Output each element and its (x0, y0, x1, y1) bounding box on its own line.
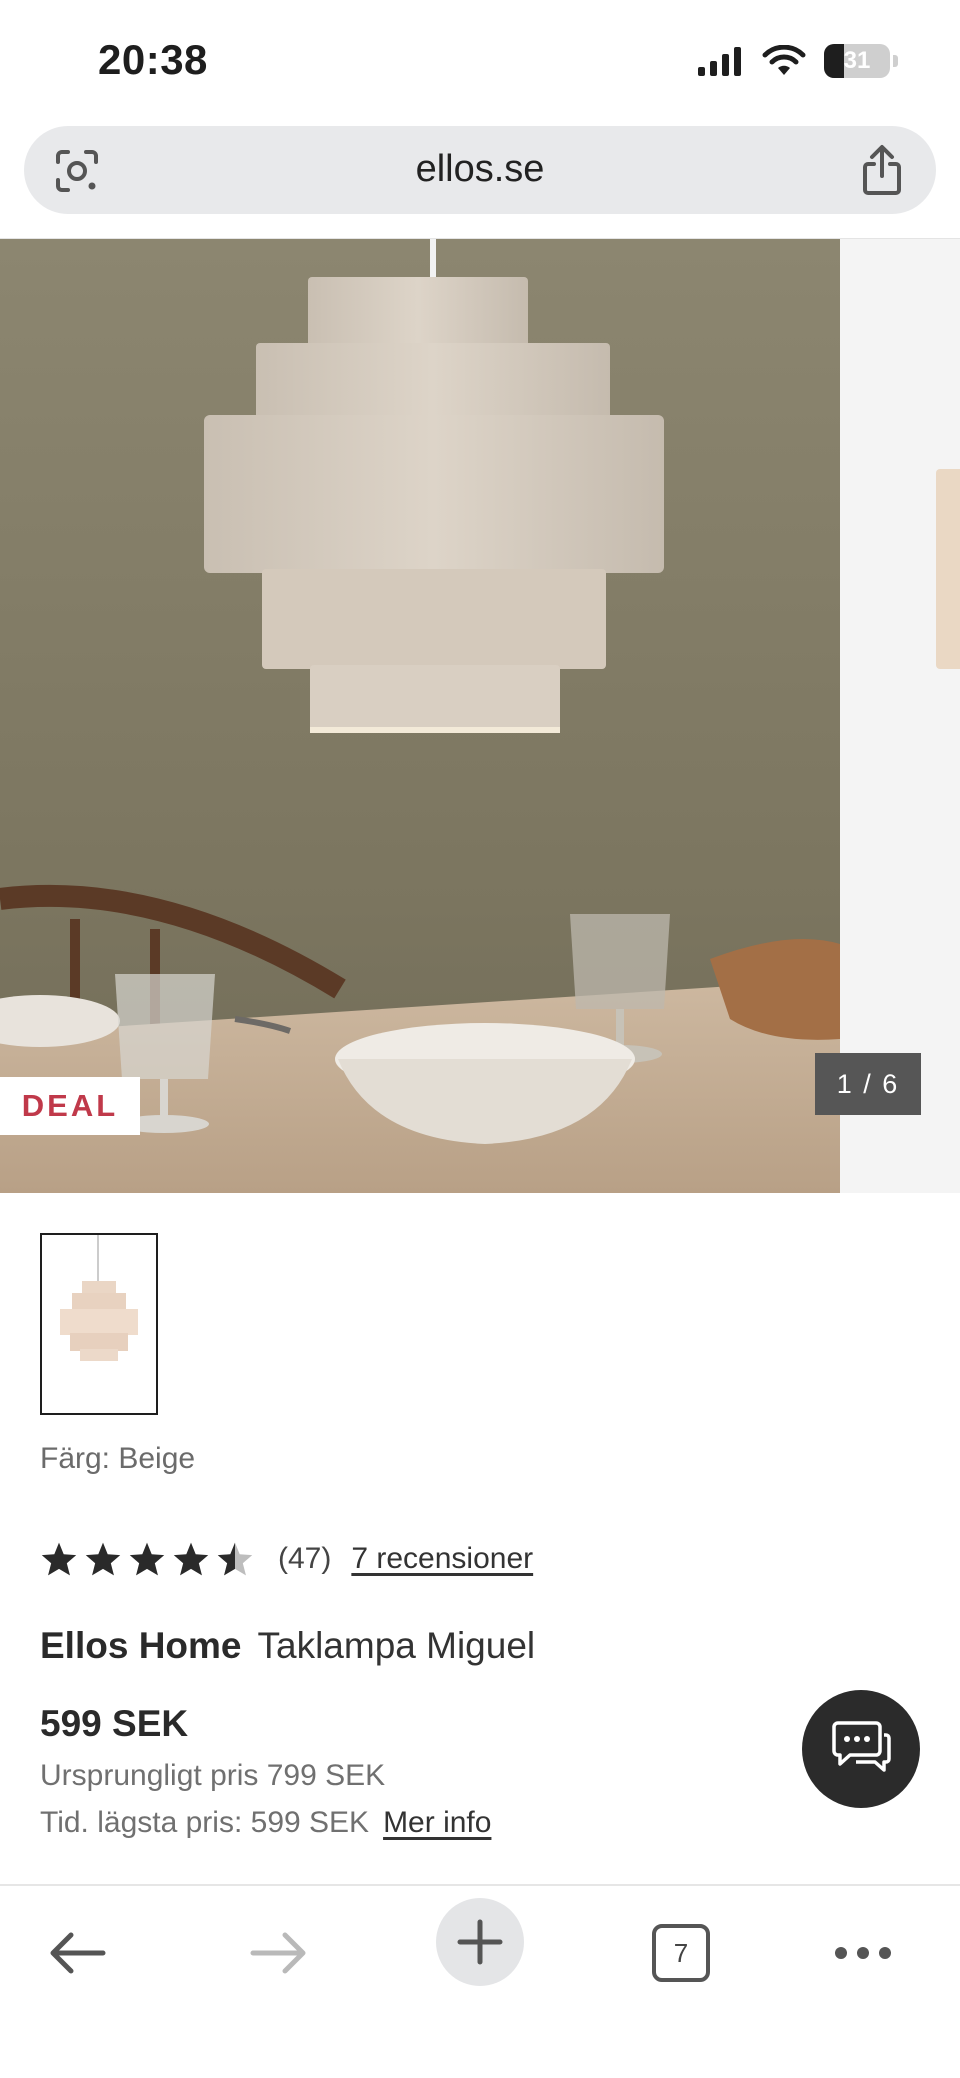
star-half-icon (217, 1542, 253, 1576)
more-button[interactable] (818, 1908, 908, 1998)
reviews-link[interactable]: 7 recensioner (351, 1542, 533, 1576)
chat-button[interactable] (802, 1690, 920, 1808)
share-icon[interactable] (858, 144, 906, 196)
forward-button[interactable] (234, 1908, 324, 1998)
product-price: 599 SEK (40, 1703, 189, 1744)
product-photo[interactable] (0, 239, 840, 1193)
product-brand[interactable]: Ellos Home (40, 1625, 242, 1666)
product-name: Taklampa Miguel (257, 1625, 536, 1666)
wifi-icon (762, 45, 806, 75)
chat-bubbles-icon (832, 1721, 891, 1772)
lamp-photo-illustration (0, 239, 840, 1193)
star-full-icon (129, 1542, 165, 1576)
tab-count: 7 (673, 1937, 689, 1968)
thumbnail-image (60, 1235, 138, 1361)
forward-arrow-icon (250, 1932, 306, 1974)
next-photo-preview[interactable] (840, 239, 960, 1193)
more-info-link[interactable]: Mer info (383, 1806, 491, 1839)
rating-count: (47) (278, 1542, 332, 1575)
deal-badge: DEAL (0, 1077, 140, 1135)
new-tab-button[interactable] (436, 1898, 524, 1986)
color-label: Färg: Beige (40, 1442, 196, 1475)
star-full-icon (41, 1542, 77, 1576)
tabs-icon: 7 (652, 1924, 710, 1982)
color-variant-thumbnail[interactable] (40, 1233, 158, 1415)
browser-toolbar: 7 (0, 1884, 960, 2078)
star-full-icon (85, 1542, 121, 1576)
product-title: Ellos Home Taklampa Miguel (40, 1625, 535, 1667)
image-counter: 1 / 6 (815, 1053, 921, 1115)
status-time: 20:38 (98, 36, 208, 83)
lowest-price: Tid. lägsta pris: 599 SEK Mer info (40, 1806, 491, 1840)
next-photo-illustration (936, 469, 960, 669)
status-bar: 20:38 31 (0, 0, 960, 120)
battery-indicator: 31 (824, 44, 890, 78)
cellular-signal-icon (698, 47, 741, 76)
status-icons: 31 (696, 44, 898, 78)
lowest-price-text: Tid. lägsta pris: 599 SEK (40, 1806, 370, 1839)
url-text[interactable]: ellos.se (24, 148, 936, 191)
battery-level: 31 (843, 47, 871, 74)
original-price: Ursprungligt pris 799 SEK (40, 1759, 386, 1792)
more-icon (835, 1947, 891, 1959)
tabs-button[interactable]: 7 (636, 1908, 726, 1998)
back-arrow-icon (50, 1932, 106, 1974)
rating-row: (47) 7 recensioner (40, 1541, 533, 1577)
battery-fill (824, 44, 845, 78)
star-full-icon (173, 1542, 209, 1576)
star-rating (40, 1541, 254, 1577)
address-bar[interactable]: ellos.se (24, 126, 936, 214)
product-image-gallery[interactable]: DEAL 1 / 6 (0, 238, 960, 1193)
plus-icon (457, 1919, 503, 1965)
back-button[interactable] (32, 1908, 122, 1998)
